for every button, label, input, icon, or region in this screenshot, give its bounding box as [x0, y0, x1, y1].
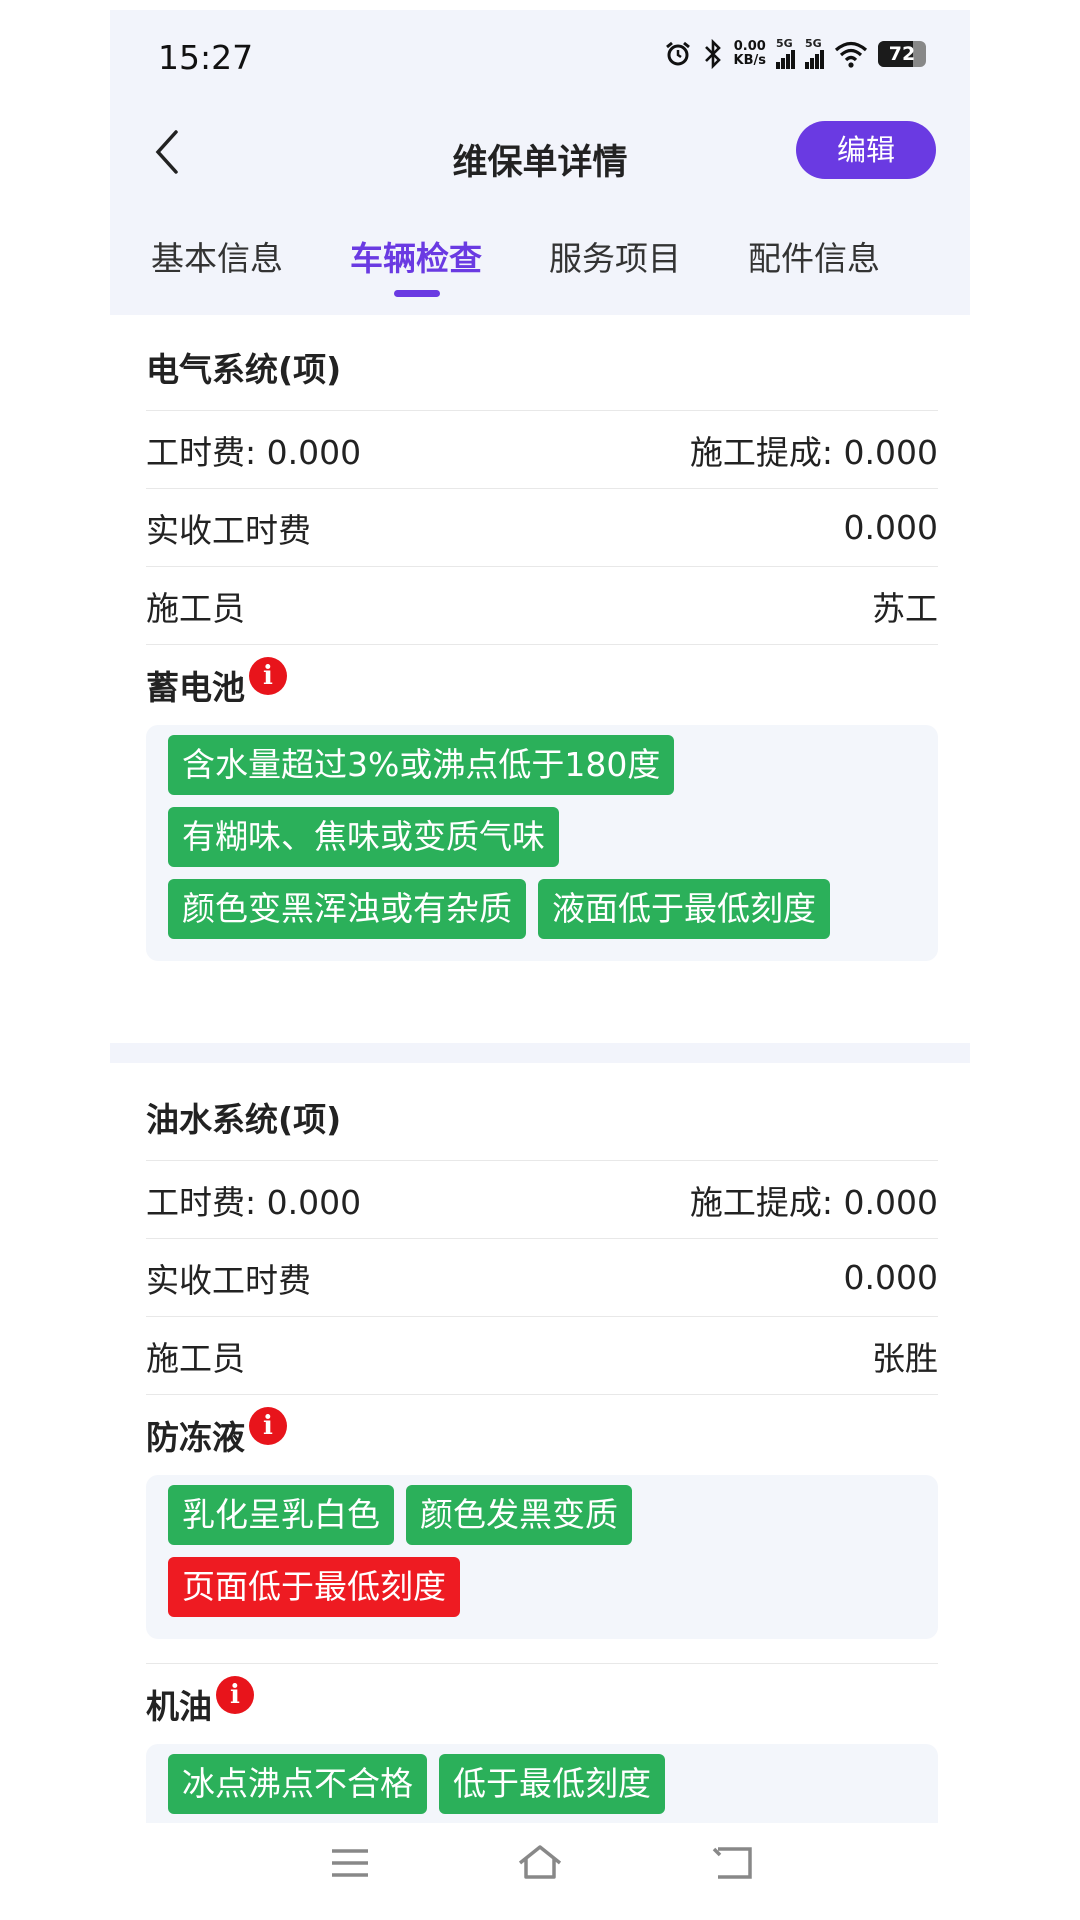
- received-fee-label: 实收工时费: [146, 1260, 311, 1300]
- bluetooth-icon: [704, 38, 721, 69]
- issue-tag: 乳化呈乳白色: [168, 1485, 394, 1545]
- edit-button[interactable]: 编辑: [796, 121, 936, 179]
- issue-tag-list: 乳化呈乳白色 颜色发黑变质 页面低于最低刻度: [146, 1475, 938, 1639]
- inspection-item-name: 机油: [146, 1687, 212, 1726]
- worker-row: 施工员 苏工: [146, 567, 938, 645]
- received-fee-row: 实收工时费 0.000: [146, 1239, 938, 1317]
- labor-fee: 工时费: 0.000: [146, 1182, 362, 1222]
- app-header: 15:27 0.00 KB/s 5G 5G 72 维保单详情 编辑 基本信息 车…: [110, 10, 970, 315]
- issue-tag: 颜色变黑浑浊或有杂质: [168, 879, 526, 939]
- info-icon[interactable]: i: [249, 1407, 287, 1445]
- issue-tag: 有糊味、焦味或变质气味: [168, 807, 559, 867]
- section-fluids: 油水系统(项) 工时费: 0.000 施工提成: 0.000 实收工时费 0.0…: [146, 1080, 938, 1823]
- system-nav-bar: [0, 1823, 1080, 1920]
- issue-tag: 低于最低刻度: [439, 1754, 665, 1814]
- sim2-type: 5G: [805, 37, 822, 50]
- issue-tag: 液面低于最低刻度: [538, 879, 830, 939]
- received-fee-label: 实收工时费: [146, 510, 311, 550]
- info-icon[interactable]: i: [249, 657, 287, 695]
- net-speed-value: 0.00: [733, 38, 766, 54]
- signal-sim2-icon: 5G: [805, 38, 824, 69]
- section-title: 油水系统(项): [146, 1080, 938, 1161]
- section-electrical: 电气系统(项) 工时费: 0.000 施工提成: 0.000 实收工时费 0.0…: [146, 330, 938, 961]
- inspection-item-title: 蓄电池 i: [146, 645, 938, 725]
- received-fee-row: 实收工时费 0.000: [146, 489, 938, 567]
- worker-value: 张胜: [872, 1338, 938, 1378]
- section-title: 电气系统(项): [146, 330, 938, 411]
- worker-row: 施工员 张胜: [146, 1317, 938, 1395]
- commission: 施工提成: 0.000: [689, 1182, 938, 1222]
- labor-fee: 工时费: 0.000: [146, 432, 362, 472]
- worker-value: 苏工: [872, 588, 938, 628]
- inspection-item-name: 防冻液: [146, 1418, 245, 1457]
- battery-icon: 72: [878, 40, 926, 67]
- worker-label: 施工员: [146, 1338, 245, 1378]
- status-time: 15:27: [158, 38, 254, 77]
- received-fee-value: 0.000: [843, 1258, 938, 1297]
- tab-vehicle-inspection[interactable]: 车辆检查: [316, 232, 516, 297]
- issue-tag-list: 含水量超过3%或沸点低于180度 有糊味、焦味或变质气味 颜色变黑浑浊或有杂质 …: [146, 725, 938, 961]
- worker-label: 施工员: [146, 588, 245, 628]
- section-divider: [110, 1043, 970, 1063]
- commission: 施工提成: 0.000: [689, 432, 938, 472]
- wifi-icon: [834, 41, 868, 68]
- menu-icon[interactable]: [330, 1843, 370, 1883]
- net-speed-unit: KB/s: [733, 52, 766, 68]
- tab-parts-info[interactable]: 配件信息: [714, 232, 914, 280]
- info-icon[interactable]: i: [216, 1676, 254, 1714]
- received-fee-value: 0.000: [843, 508, 938, 547]
- issue-tag: 冰点沸点不合格: [168, 1754, 427, 1814]
- home-icon[interactable]: [516, 1843, 564, 1883]
- signal-sim1-icon: 5G: [776, 38, 795, 69]
- tab-vehicle-inspection-label: 车辆检查: [350, 239, 482, 278]
- issue-tag-alert: 页面低于最低刻度: [168, 1557, 460, 1617]
- sim1-type: 5G: [776, 37, 793, 50]
- tab-bar: 基本信息 车辆检查 服务项目 配件信息: [110, 232, 970, 302]
- tab-service-items[interactable]: 服务项目: [515, 232, 715, 280]
- inspection-item-title: 机油 i: [146, 1664, 938, 1744]
- issue-tag: 颜色发黑变质: [406, 1485, 632, 1545]
- active-tab-indicator: [394, 290, 440, 297]
- fee-row: 工时费: 0.000 施工提成: 0.000: [146, 411, 938, 489]
- alarm-icon: [665, 41, 690, 65]
- issue-tag-list: 冰点沸点不合格 低于最低刻度: [146, 1744, 938, 1823]
- inspection-item-name: 蓄电池: [146, 668, 245, 707]
- status-icons: 0.00 KB/s 5G 5G 72: [664, 38, 926, 69]
- battery-level: 72: [888, 42, 916, 65]
- inspection-item-title: 防冻液 i: [146, 1395, 938, 1475]
- net-speed: 0.00 KB/s: [733, 38, 766, 68]
- tab-basic-info[interactable]: 基本信息: [117, 232, 317, 280]
- back-icon[interactable]: [712, 1843, 756, 1883]
- issue-tag: 含水量超过3%或沸点低于180度: [168, 735, 675, 795]
- fee-row: 工时费: 0.000 施工提成: 0.000: [146, 1161, 938, 1239]
